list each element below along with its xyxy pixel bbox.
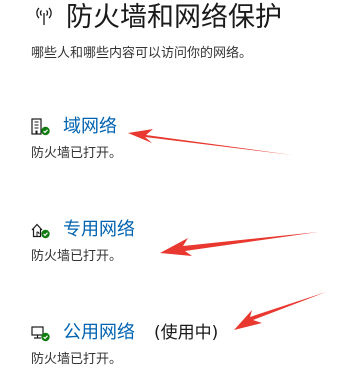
domain-network-link[interactable]: 域网络 bbox=[63, 114, 117, 140]
public-monitor-icon bbox=[31, 326, 50, 342]
wifi-antenna-icon bbox=[36, 7, 52, 25]
private-network-status: 防火墙已打开。 bbox=[31, 249, 123, 264]
domain-building-icon bbox=[31, 118, 50, 136]
private-network-link[interactable]: 专用网络 bbox=[63, 217, 135, 243]
network-domain: 域网络 防火墙已打开。 bbox=[31, 114, 331, 161]
page-title: 防火墙和网络保护 bbox=[66, 2, 282, 33]
page-description: 哪些人和哪些内容可以访问你的网络。 bbox=[31, 46, 253, 61]
in-use-label: (使用中) bbox=[154, 323, 219, 343]
network-public: 公用网络 (使用中) 防火墙已打开。 bbox=[31, 320, 331, 367]
private-home-icon bbox=[31, 223, 50, 239]
public-network-link[interactable]: 公用网络 bbox=[63, 320, 135, 346]
network-private: 专用网络 防火墙已打开。 bbox=[31, 217, 331, 264]
domain-network-status: 防火墙已打开。 bbox=[31, 146, 123, 161]
public-network-status: 防火墙已打开。 bbox=[31, 352, 123, 367]
